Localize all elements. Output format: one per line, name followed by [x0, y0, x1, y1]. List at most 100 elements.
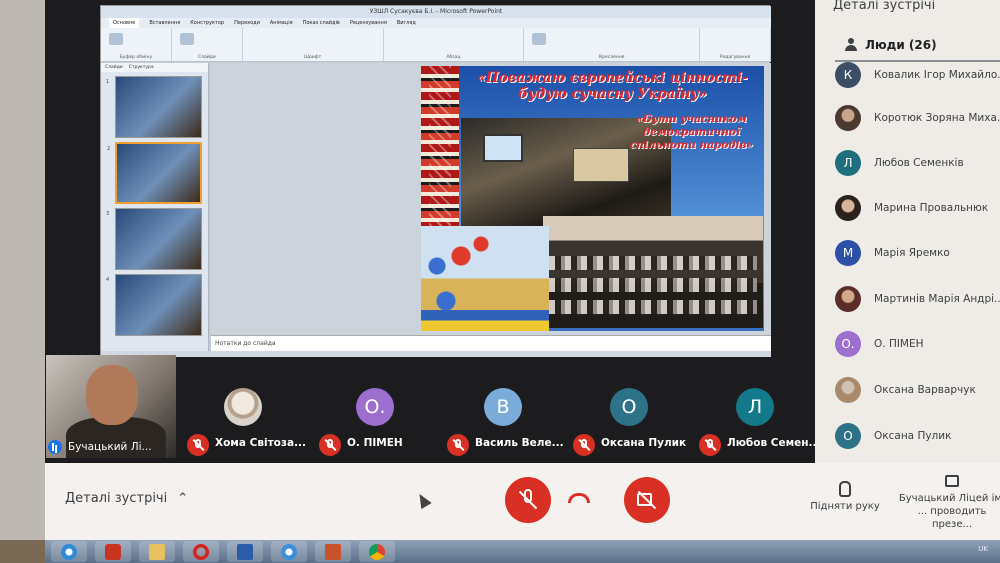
- word-icon: [237, 544, 253, 560]
- screen-glare: [0, 0, 45, 540]
- participant-avatar: О.: [835, 331, 861, 357]
- tab-animations[interactable]: Анімація: [270, 18, 293, 28]
- windows-logo-icon: [61, 544, 77, 560]
- participant-list-item[interactable]: О. О. ПІМЕН: [835, 331, 924, 357]
- participant-list-item[interactable]: Мартинів Марія Андрі...: [835, 286, 1000, 312]
- taskbar-opera[interactable]: [183, 541, 219, 562]
- presentation-stage: УЗШЛ Сусакуєва Б.І. - Microsoft PowerPoi…: [100, 5, 771, 357]
- participant-name: Марина Провальнюк: [874, 202, 989, 214]
- paste-icon: [109, 33, 123, 45]
- ribbon-group-paragraph[interactable]: Абзац: [384, 28, 525, 61]
- start-button[interactable]: [51, 541, 87, 562]
- participant-list-item[interactable]: Оксана Варварчук: [835, 377, 976, 403]
- tab-home[interactable]: Основне: [109, 18, 140, 28]
- participant-name: Оксана Пулик: [874, 430, 952, 442]
- panel-title: Деталі зустрічі: [833, 0, 936, 13]
- participant-tile[interactable]: Л Любов Семен...: [693, 378, 823, 456]
- slide-thumbnails-panel: Слайди Структура 1 2 3 4: [101, 63, 209, 351]
- people-icon: [845, 38, 859, 51]
- participant-name: Оксана Варварчук: [874, 384, 976, 396]
- mic-muted-icon: [573, 434, 595, 456]
- ribbon-group-drawing[interactable]: Креслення: [524, 28, 701, 61]
- slide-thumbnail-selected[interactable]: 2: [107, 142, 202, 204]
- tab-transitions[interactable]: Переходи: [234, 18, 260, 28]
- hang-up-icon[interactable]: [568, 493, 590, 503]
- participant-list-item[interactable]: К Ковалик Ігор Михайло...: [835, 62, 1000, 88]
- mic-muted-icon: [187, 434, 209, 456]
- tab-review[interactable]: Рецензування: [350, 18, 387, 28]
- tab-insert[interactable]: Вставлення: [149, 18, 180, 28]
- tab-design[interactable]: Конструктор: [190, 18, 224, 28]
- self-name: Бучацький Лі...: [68, 441, 152, 453]
- meeting-details-button[interactable]: Деталі зустрічі ⌃: [65, 491, 188, 506]
- mic-muted-icon: [699, 434, 721, 456]
- participant-list-item[interactable]: М Марія Яремко: [835, 240, 950, 266]
- participant-avatar: Л: [736, 388, 774, 426]
- tab-slideshow[interactable]: Показ слайдів: [303, 18, 340, 28]
- assembly-photo: [543, 216, 763, 328]
- participant-name: Хома Світоза...: [215, 437, 307, 449]
- participant-list-item[interactable]: Марина Провальнюк: [835, 195, 988, 221]
- participant-avatar: О: [610, 388, 648, 426]
- participant-name: Ковалик Ігор Михайло...: [874, 69, 1000, 81]
- new-slide-icon: [179, 33, 194, 45]
- participant-list-item[interactable]: Л Любов Семенків: [835, 150, 964, 176]
- mouse-cursor-icon: [414, 490, 432, 510]
- meeting-controls-bar: Деталі зустрічі ⌃ Підняти руку Бучацький…: [45, 463, 1000, 540]
- participant-tile[interactable]: О. О. ПІМЕН: [313, 378, 443, 456]
- slide-title: «Поважаю європейські цінності-будую суча…: [477, 70, 748, 102]
- ribbon-group-clipboard[interactable]: Буфер обміну: [101, 28, 172, 61]
- participant-tile[interactable]: В Василь Веле...: [441, 378, 571, 456]
- taskbar-word[interactable]: [227, 541, 263, 562]
- ribbon: Буфер обміну Слайди Шрифт Абзац Кресленн…: [101, 28, 771, 62]
- tab-outline[interactable]: Структура: [129, 63, 154, 72]
- tab-view[interactable]: Вигляд: [397, 18, 416, 28]
- taskbar-internet-explorer[interactable]: [271, 541, 307, 562]
- slide-notes[interactable]: Нотатки до слайда: [211, 335, 771, 351]
- taskbar-chrome[interactable]: [359, 541, 395, 562]
- people-tab[interactable]: Люди (26): [845, 38, 937, 52]
- participant-photo: [835, 195, 861, 221]
- taskbar-powerpoint[interactable]: [315, 541, 351, 562]
- self-tile-label: Бучацький Лі...: [48, 440, 152, 454]
- taskbar-explorer[interactable]: [139, 541, 175, 562]
- microphone-toggle-button[interactable]: [505, 477, 551, 523]
- powerpoint-status-bar: [101, 351, 771, 357]
- participant-list-item[interactable]: Коротюк Зоряна Миха...: [835, 105, 1000, 131]
- taskbar-media-player[interactable]: [95, 541, 131, 562]
- participant-name: Любов Семен...: [727, 437, 821, 449]
- participant-avatar: В: [484, 388, 522, 426]
- participant-avatar: [224, 388, 262, 426]
- mic-muted-icon: [447, 434, 469, 456]
- language-indicator[interactable]: UK: [978, 545, 988, 553]
- tab-slides[interactable]: Слайди: [105, 63, 123, 72]
- presentation-status-label: Бучацький Ліцей ім. ... проводить презе.…: [898, 493, 1000, 530]
- slide-thumbnail[interactable]: 1: [106, 76, 202, 138]
- camera-toggle-button[interactable]: [624, 477, 670, 523]
- raise-hand-button[interactable]: Підняти руку: [805, 481, 885, 512]
- participant-photo: [835, 286, 861, 312]
- slide-thumbnail[interactable]: 3: [106, 208, 202, 270]
- meeting-details-panel: Деталі зустрічі Люди (26) К Ковалик Ігор…: [815, 0, 1000, 463]
- meeting-details-label: Деталі зустрічі: [65, 491, 168, 506]
- ribbon-group-editing[interactable]: Редагування: [700, 28, 771, 61]
- participant-tile[interactable]: О Оксана Пулик: [567, 378, 697, 456]
- windows-taskbar: UK: [45, 540, 1000, 563]
- mic-muted-icon: [319, 434, 341, 456]
- current-slide[interactable]: «Поважаю європейські цінності-будую суча…: [421, 66, 764, 331]
- ribbon-group-slides[interactable]: Слайди: [172, 28, 243, 61]
- participant-tile[interactable]: Хома Світоза...: [181, 378, 311, 456]
- ribbon-group-font[interactable]: Шрифт: [243, 28, 384, 61]
- powerpoint-icon: [325, 544, 341, 560]
- self-video-tile: Бучацький Лі...: [46, 355, 176, 458]
- internet-explorer-icon: [281, 544, 297, 560]
- participant-avatar: К: [835, 62, 861, 88]
- participant-list-item[interactable]: О Оксана Пулик: [835, 423, 951, 449]
- slide-thumbnail[interactable]: 4: [106, 274, 202, 336]
- presenter-face: [86, 365, 138, 425]
- participant-name: О. ПІМЕН: [347, 437, 403, 449]
- speaking-indicator-icon: [48, 440, 62, 454]
- presentation-status-button[interactable]: Бучацький Ліцей ім. ... проводить презе.…: [897, 475, 1000, 531]
- thumbnail-tabs: Слайди Структура: [101, 63, 208, 72]
- folder-icon: [149, 544, 165, 560]
